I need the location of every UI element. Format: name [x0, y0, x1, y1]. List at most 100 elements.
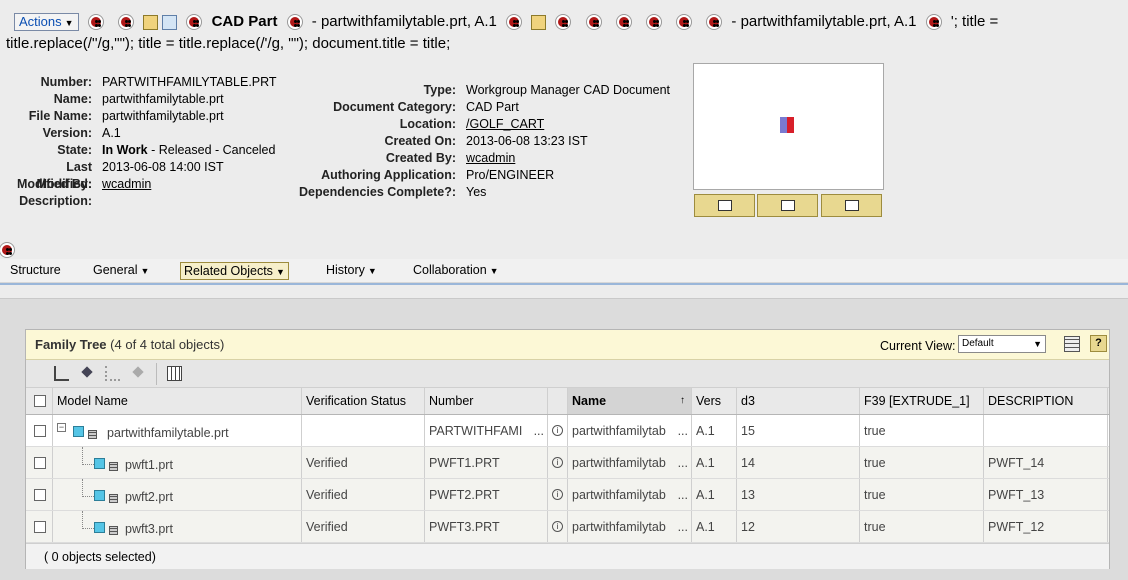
view-3d-icon [717, 200, 732, 211]
column-header-f39[interactable]: F39 [EXTRUDE_1] [860, 388, 984, 414]
actions-button[interactable]: Actions ▼ [14, 13, 79, 32]
name-cell: partwithfamilytab... [568, 479, 692, 510]
row-checkbox[interactable] [34, 521, 46, 533]
tree-collapse-icon[interactable]: − [57, 423, 66, 432]
attr-modified-by: Modified By: wcadmin [10, 176, 300, 193]
document-icon [531, 14, 547, 30]
table-views-icon[interactable] [1064, 336, 1080, 352]
info-cell: i [548, 447, 568, 478]
column-label: Verification Status [306, 394, 407, 408]
attr-created-by: Created By: wcadmin [296, 150, 696, 167]
thumbnail-viewer[interactable] [693, 63, 884, 190]
current-view-value: Default [962, 338, 994, 349]
attr-value: 2013-06-08 13:23 IST [466, 134, 588, 148]
version-value: A.1 [692, 415, 737, 446]
attr-location: Location: /GOLF_CART [296, 116, 696, 133]
row-checkbox[interactable] [34, 489, 46, 501]
modified-by-link[interactable]: wcadmin [102, 177, 151, 191]
column-label: DESCRIPTION [988, 394, 1074, 408]
attr-value: A.1 [102, 126, 121, 140]
cad-part-icon [94, 490, 105, 501]
column-header-name[interactable]: Name ↑ [568, 388, 692, 414]
tree-connector [82, 447, 94, 465]
row-checkbox[interactable] [34, 425, 46, 437]
debug-icon [0, 243, 14, 257]
tab-collaboration[interactable]: Collaboration ▼ [410, 262, 502, 280]
table-row[interactable]: − partwithfamilytable.prt PARTWITHFAMI..… [26, 415, 1109, 447]
view-3d-button[interactable] [694, 194, 755, 217]
attr-file-name: File Name: partwithfamilytable.prt [10, 108, 300, 125]
info-icon[interactable]: i [552, 489, 563, 500]
column-header-description[interactable]: DESCRIPTION [984, 388, 1108, 414]
expand-selected-icon[interactable] [80, 366, 95, 381]
model-name-cell: pwft3.prt [53, 511, 302, 542]
location-link[interactable]: /GOLF_CART [466, 117, 544, 131]
attr-key: Authoring Application: [321, 168, 456, 182]
column-label: F39 [EXTRUDE_1] [864, 394, 970, 408]
column-label: Model Name [57, 394, 128, 408]
column-header-number[interactable]: Number [425, 388, 548, 414]
attr-document-category: Document Category: CAD Part [296, 99, 696, 116]
help-button[interactable]: ? [1090, 335, 1107, 352]
column-label: Vers [696, 394, 722, 408]
chevron-down-icon: ▼ [1033, 339, 1042, 349]
info-icon[interactable]: i [552, 425, 563, 436]
title-row: Actions ▼ CAD Part - partwithfamilytable.… [6, 12, 1122, 32]
panel-header: Family Tree (4 of 4 total objects) Curre… [26, 330, 1109, 360]
viewer-icon [844, 200, 859, 211]
info-icon[interactable]: i [552, 521, 563, 532]
family-tree-panel: Family Tree (4 of 4 total objects) Curre… [25, 329, 1110, 569]
document-icon [143, 14, 159, 30]
truncation-ellipsis: ... [533, 424, 544, 438]
d3-value: 14 [737, 447, 860, 478]
created-by-link[interactable]: wcadmin [466, 151, 515, 165]
attr-authoring-application: Authoring Application: Pro/ENGINEER [296, 167, 696, 184]
panel-title-text: Family Tree [35, 337, 107, 352]
tab-history[interactable]: History ▼ [323, 262, 380, 280]
cad-part-icon [94, 458, 105, 469]
description-value: PWFT_12 [984, 511, 1108, 542]
collapse-all-icon[interactable] [105, 366, 120, 381]
tab-label: Structure [10, 263, 61, 277]
truncation-ellipsis: ... [677, 488, 688, 502]
table-row[interactable]: pwft3.prt Verified PWFT3.PRT i partwithf… [26, 511, 1109, 543]
debug-icon [707, 15, 722, 30]
attr-value: PARTWITHFAMILYTABLE.PRT [102, 75, 277, 89]
column-header-version[interactable]: Vers [692, 388, 737, 414]
column-header-model-name[interactable]: Model Name [53, 388, 302, 414]
cad-part-thumbnail-icon [780, 117, 794, 133]
attr-version: Version: A.1 [10, 125, 300, 142]
tab-general[interactable]: General ▼ [90, 262, 152, 280]
print-button[interactable] [757, 194, 818, 217]
chevron-down-icon: ▼ [140, 266, 150, 276]
column-label: Name [572, 394, 607, 408]
model-name: pwft3.prt [125, 522, 173, 536]
workgroup-icon [162, 14, 178, 30]
row-checkbox[interactable] [34, 457, 46, 469]
table-row[interactable]: pwft1.prt Verified PWFT1.PRT i partwithf… [26, 447, 1109, 479]
tab-label: Collaboration [413, 263, 487, 277]
truncation-ellipsis: ... [677, 424, 688, 438]
column-header-d3[interactable]: d3 [737, 388, 860, 414]
debug-icon [586, 15, 601, 30]
expand-all-icon[interactable] [54, 366, 69, 381]
compare-icon[interactable] [167, 366, 182, 381]
sort-ascending-icon: ↑ [680, 395, 685, 406]
debug-icon [677, 15, 692, 30]
select-all-checkbox[interactable] [34, 395, 46, 407]
number-value: PWFT3.PRT [425, 511, 548, 542]
attr-key: Dependencies Complete?: [299, 185, 456, 199]
truncation-ellipsis: ... [677, 456, 688, 470]
current-view-select[interactable]: Default ▼ [958, 335, 1046, 353]
select-all-cell [26, 388, 53, 414]
collapse-selected-icon[interactable] [131, 366, 146, 381]
table-row[interactable]: pwft2.prt Verified PWFT2.PRT i partwithf… [26, 479, 1109, 511]
column-header-verification-status[interactable]: Verification Status [302, 388, 425, 414]
attributes-middle: Type: Workgroup Manager CAD Document Docu… [296, 82, 696, 201]
family-table-icon [109, 526, 118, 535]
tab-structure[interactable]: Structure [7, 262, 64, 280]
info-cell: i [548, 511, 568, 542]
info-icon[interactable]: i [552, 457, 563, 468]
open-viewer-button[interactable] [821, 194, 882, 217]
tab-related-objects[interactable]: Related Objects ▼ [180, 262, 289, 280]
